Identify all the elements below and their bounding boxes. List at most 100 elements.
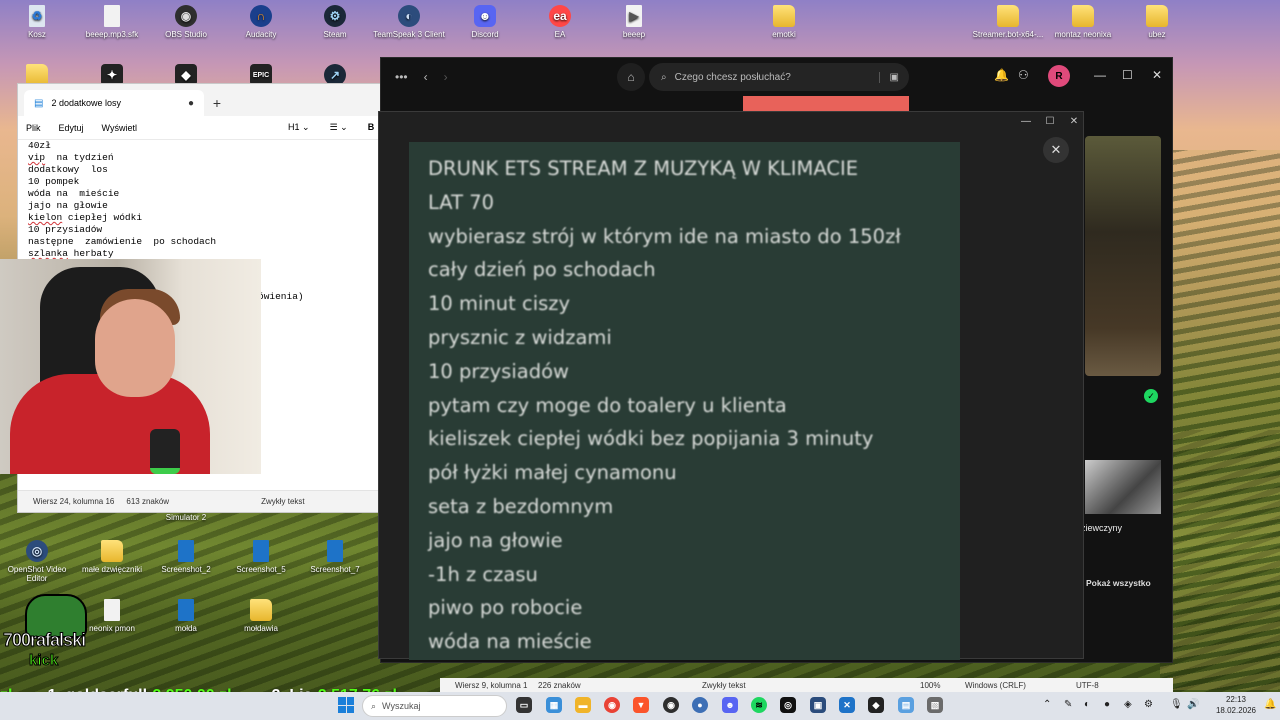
home-button[interactable]: ⌂ xyxy=(617,63,645,91)
close-icon[interactable]: ✕ xyxy=(1064,116,1084,127)
task-view-icon[interactable]: ▭ xyxy=(516,697,532,713)
taskbar-search[interactable]: ⌕ Wyszukaj xyxy=(362,695,507,717)
home-icon: ⌂ xyxy=(627,70,635,84)
image-viewer[interactable]: — ☐ ✕ ✕ DRUNK ETS STREAM Z MUZYKĄ W KLIM… xyxy=(378,111,1084,660)
desktop-icon-teamspeak[interactable]: ◐ TeamSpeak 3 Client xyxy=(373,5,445,39)
playlist-thumbnail[interactable] xyxy=(1085,460,1161,514)
menu-view[interactable]: Wyświetl xyxy=(102,123,137,133)
clock[interactable]: 22:13 18.02.2026 xyxy=(1212,694,1260,716)
desktop-icon-montaz[interactable]: montaz neonixa xyxy=(1047,5,1119,39)
desktop-icon-recycle-bin[interactable]: ♻ Kosz xyxy=(1,5,73,39)
image-viewer-icon[interactable]: ▧ xyxy=(927,697,943,713)
obs-icon: ◉ xyxy=(175,5,197,27)
list-icon[interactable]: ☰ ⌄ xyxy=(330,122,348,133)
vineyard-rows-right xyxy=(1160,150,1280,690)
clock-time: 22:13 xyxy=(1225,695,1247,704)
teamspeak-icon: ◐ xyxy=(398,5,420,27)
bold-button[interactable]: B xyxy=(368,122,375,133)
chrome-icon[interactable]: ◉ xyxy=(604,697,620,713)
tray-app-icon[interactable]: ◈ xyxy=(1124,699,1132,710)
unsaved-dot-icon[interactable]: ● xyxy=(188,98,194,109)
back-arrow-icon[interactable]: ‹ xyxy=(424,70,428,84)
desktop-icon-discord[interactable]: ☻ Discord xyxy=(449,5,521,39)
discord-icon[interactable]: ☻ xyxy=(722,697,738,713)
search-placeholder: Wyszukaj xyxy=(382,701,421,711)
show-all-button[interactable]: Pokaż wszystko xyxy=(1086,578,1151,588)
desktop-icon-male-dzwieczniki[interactable]: małe dzwięczniki xyxy=(76,540,148,574)
file-explorer-icon[interactable]: ▬ xyxy=(575,697,591,713)
menu-file[interactable]: Plik xyxy=(26,123,41,133)
image-text-line: seta z bezdomnym xyxy=(428,494,614,518)
close-button[interactable]: ✕ xyxy=(1043,137,1069,163)
desktop-icon-audacity[interactable]: ∩ Audacity xyxy=(225,5,297,39)
friends-icon[interactable]: ⚇ xyxy=(1018,68,1029,82)
steam-icon: ⚙ xyxy=(324,5,346,27)
partial-text: ówienia) xyxy=(258,291,304,302)
folder-icon xyxy=(101,540,123,562)
steam-icon[interactable]: ⚙ xyxy=(1144,699,1153,710)
notepad-tab[interactable]: ▤ 2 dodatkowe losy ● xyxy=(24,90,204,116)
desktop-icon-screenshot-5[interactable]: Screenshot_5 xyxy=(225,540,297,574)
avatar[interactable]: R xyxy=(1048,65,1070,87)
desktop-icon-molda[interactable]: mołda xyxy=(150,599,222,633)
app-icon[interactable]: ● xyxy=(692,697,708,713)
volume-icon[interactable]: 🔊 xyxy=(1187,699,1199,710)
desktop-icon-moldawia[interactable]: mołdawia xyxy=(225,599,297,633)
close-icon[interactable]: ✕ xyxy=(1152,68,1162,82)
recycle-bin-icon: ♻ xyxy=(29,5,45,27)
desktop-icon-openshot[interactable]: ◎ OpenShot Video Editor xyxy=(1,540,73,583)
check-icon: ✓ xyxy=(1144,389,1158,403)
minimize-icon[interactable]: — xyxy=(1094,68,1106,82)
desktop-icon-beeep-sfk[interactable]: beeep.mp3.sfk xyxy=(76,5,148,39)
more-options-icon[interactable]: ••• xyxy=(395,70,408,84)
app-icon[interactable]: ▣ xyxy=(810,697,826,713)
heading-select[interactable]: H1 ⌄ xyxy=(288,122,310,133)
app-icon[interactable]: ◎ xyxy=(780,697,796,713)
microphone-icon[interactable]: 🎙 xyxy=(1170,699,1183,710)
notepad-icon[interactable]: ▤ xyxy=(898,697,914,713)
desktop-icon-streamerbot[interactable]: Streamer.bot-x64-... xyxy=(972,5,1044,39)
desktop-icon-ea[interactable]: ea EA xyxy=(524,5,596,39)
maximize-icon[interactable]: ☐ xyxy=(1040,116,1060,127)
folder-icon xyxy=(250,599,272,621)
obs-icon[interactable]: ◉ xyxy=(663,697,679,713)
desktop-icon-beeep[interactable]: ▶ beeep xyxy=(598,5,670,39)
search-icon: ⌕ xyxy=(371,700,377,711)
browse-icon[interactable]: ▣ xyxy=(878,71,909,83)
widgets-icon[interactable]: ▦ xyxy=(546,697,562,713)
notification-bell-icon[interactable]: 🔔 xyxy=(1264,699,1276,710)
microphone xyxy=(150,429,180,474)
tray-app-icon[interactable]: ● xyxy=(1104,699,1110,710)
new-tab-button[interactable]: + xyxy=(204,90,230,116)
maximize-icon[interactable]: ☐ xyxy=(1122,68,1133,82)
start-button[interactable] xyxy=(338,697,354,713)
forward-arrow-icon[interactable]: › xyxy=(444,70,448,84)
spotify-icon[interactable]: ≋ xyxy=(751,697,767,713)
chevron-up-icon[interactable]: ⌃ xyxy=(1043,699,1051,710)
desktop-icon-screenshot-2[interactable]: Screenshot_2 xyxy=(150,540,222,574)
pen-icon[interactable]: ✎ xyxy=(1064,699,1072,710)
notepad-icon: ▤ xyxy=(34,97,44,109)
desktop-icon-emotki[interactable]: emotki xyxy=(748,5,820,39)
davinci-icon[interactable]: ◆ xyxy=(868,697,884,713)
text-line: dodatkowy los xyxy=(28,164,108,175)
notepad-text-area[interactable]: 40zł vip na tydzień dodatkowy los 10 pompek… xyxy=(28,140,216,260)
text-line-part: herbaty xyxy=(67,248,114,259)
app-icon[interactable]: ✕ xyxy=(839,697,855,713)
desktop-icon-obs[interactable]: ◉ OBS Studio xyxy=(150,5,222,39)
image-text-line: 10 minut ciszy xyxy=(428,292,571,316)
notifications-icon[interactable]: 🔔 xyxy=(994,68,1009,82)
minimize-icon[interactable]: — xyxy=(1016,116,1036,127)
menu-edit[interactable]: Edytuj xyxy=(59,123,84,133)
search-icon: ⌕ xyxy=(661,71,667,83)
text-line: 40zł xyxy=(28,140,51,151)
spotify-search[interactable]: ⌕ Czego chcesz posłuchać? ▣ xyxy=(649,63,909,91)
status-encoding: UTF-8 xyxy=(1076,680,1099,690)
viewer-image: DRUNK ETS STREAM Z MUZYKĄ W KLIMACIE LAT… xyxy=(409,142,960,660)
desktop-icon-screenshot-7[interactable]: Screenshot_7 xyxy=(299,540,371,574)
desktop-icon-ubez[interactable]: ubez xyxy=(1121,5,1193,39)
tray-app-icon[interactable]: ◐ xyxy=(1084,699,1090,710)
desktop-icon-steam[interactable]: ⚙ Steam xyxy=(299,5,371,39)
image-text-line: pół łyżki małej cynamonu xyxy=(428,461,677,485)
brave-icon[interactable]: ▼ xyxy=(633,697,649,713)
